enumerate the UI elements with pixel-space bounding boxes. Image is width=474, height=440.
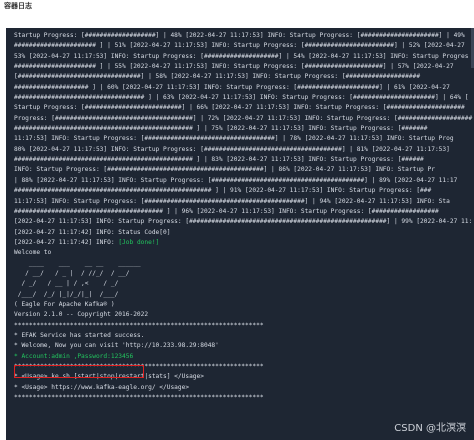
log-line: Welcome to bbox=[14, 249, 52, 257]
panel-title: 容器日志 bbox=[4, 2, 32, 10]
log-lines: Startup Progress: [###################] … bbox=[14, 31, 474, 403]
job-done-status: [Job done!] bbox=[118, 238, 160, 246]
log-line: ########################################… bbox=[14, 156, 424, 164]
log-line: 80% [2022-04-27 11:17:53] INFO: Startup … bbox=[14, 145, 450, 153]
account-credentials: * Account:admin ,Password:123456 bbox=[14, 352, 134, 360]
log-line: ###################### ] | 51% [2022-04-… bbox=[14, 42, 465, 50]
log-line: Startup Progress: [#####################… bbox=[14, 104, 465, 112]
log-line: * <Usage> https://www.kafka-eagle.org/ <… bbox=[14, 383, 190, 391]
log-line: [2022-04-27 11:17:42] INFO: Status Code[… bbox=[14, 228, 171, 236]
log-line: ########################################… bbox=[14, 125, 428, 133]
log-line: Progress: [#############################… bbox=[14, 114, 473, 122]
account-highlight-box bbox=[14, 365, 144, 378]
log-line: /___/ /_/ |_|/_/|_| /___/ bbox=[14, 290, 119, 298]
log-line: ###################### ] | 55% [2022-04-… bbox=[14, 63, 454, 71]
log-line: Startup Progress: [###################] … bbox=[14, 32, 465, 39]
watermark-text: CSDN @北溟溟 bbox=[394, 423, 466, 434]
terminal-log-view[interactable]: Startup Progress: [###################] … bbox=[6, 28, 474, 440]
log-line: ########################################… bbox=[14, 187, 432, 195]
log-line: | 88% [2022-04-27 11:17:53] INFO: Startu… bbox=[14, 176, 458, 184]
log-line: * Welcome, Now you can visit 'http://10.… bbox=[14, 342, 219, 350]
log-line: [#################################] | 58… bbox=[14, 73, 421, 81]
log-line: / __/ / _ | / //_/ / __/ bbox=[14, 269, 130, 277]
log-line: ################################### ] | … bbox=[14, 94, 469, 102]
log-line: / _/ / __ | / ,< / _/ bbox=[14, 280, 119, 288]
log-line-prefix: [2022-04-27 11:17:42] INFO: bbox=[14, 238, 119, 246]
log-line: ____ ___ __ __ ______ bbox=[14, 259, 141, 267]
log-line: ########################################… bbox=[14, 207, 439, 215]
log-panel-header: 容器日志 bbox=[0, 0, 474, 28]
log-line: * Account:admin ,Password:123456 bbox=[14, 352, 474, 362]
log-line: ****************************************… bbox=[14, 321, 264, 329]
log-line: 11:17:53] INFO: Startup Progress: [#####… bbox=[14, 135, 454, 143]
log-line: Version 2.1.0 -- Copyright 2016-2022 bbox=[14, 311, 149, 319]
log-line: INFO: Startup Progress: [###############… bbox=[14, 166, 435, 174]
log-line: 11:17:53] INFO: Startup Progress: [#####… bbox=[14, 197, 450, 205]
log-line: * EFAK Service has started success. bbox=[14, 331, 145, 339]
log-line: 53% [2022-04-27 11:17:53] INFO: Startup … bbox=[14, 52, 469, 60]
log-line: [2022-04-27 11:17:53] INFO: Startup Prog… bbox=[14, 218, 473, 226]
log-line: [2022-04-27 11:17:42] INFO: [Job done!] bbox=[14, 238, 474, 248]
log-line: ****************************************… bbox=[14, 394, 264, 402]
log-line: #################### ] | 60% [2022-04-27… bbox=[14, 83, 450, 91]
log-line: ( Eagle For Apache Kafka® ) bbox=[14, 300, 115, 308]
